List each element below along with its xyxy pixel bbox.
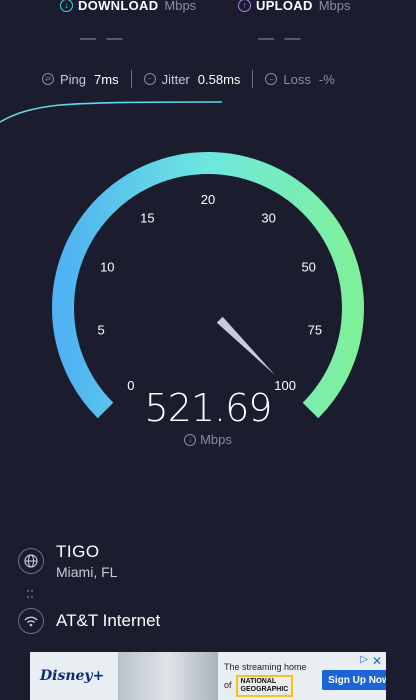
connection-name: AT&T Internet	[56, 611, 161, 630]
gauge-tick-label: 10	[100, 259, 114, 274]
gauge-needle	[216, 316, 276, 376]
speed-unit-row: ↓ Mbps	[0, 432, 416, 447]
gauge-tick-label: 75	[308, 322, 322, 337]
speed-graph	[0, 101, 223, 123]
ad-choices-icon[interactable]: ▷	[360, 654, 368, 665]
jitter-icon: ~	[143, 73, 156, 85]
gauge-tick-label: 5	[97, 322, 104, 337]
speed-unit: Mbps	[200, 432, 232, 447]
loss-metric: – Loss -%	[265, 71, 335, 87]
metrics-row: ⇄ Ping 7ms ~ Jitter 0.58ms – Loss -%	[0, 68, 416, 90]
ping-value: 7ms	[94, 71, 119, 87]
gauge-tick-label: 15	[140, 210, 154, 225]
download-unit: Mbps	[164, 0, 197, 13]
loss-label: Loss	[283, 71, 311, 87]
upload-value: — —	[258, 30, 304, 47]
isp-name: TIGO	[56, 542, 100, 561]
provider-isp[interactable]: TIGO Miami, FL	[18, 542, 117, 580]
close-ad-icon[interactable]: ✕	[372, 654, 382, 668]
jitter-metric: ~ Jitter 0.58ms	[143, 71, 241, 87]
metric-divider	[252, 70, 254, 88]
ad-banner[interactable]: Disney+ The streaming home of NATIONAL G…	[30, 652, 386, 700]
jitter-value: 0.58ms	[197, 71, 241, 87]
download-header: ↓ DOWNLOAD Mbps	[60, 0, 196, 14]
gauge-tick-label: 20	[201, 192, 215, 207]
ad-wolf-image	[118, 652, 218, 700]
jitter-label: Jitter	[161, 71, 190, 87]
server-location: Miami, FL	[56, 564, 118, 580]
partner-line-2: GEOGRAPHIC	[240, 686, 289, 693]
speed-readout: 521.69	[144, 386, 273, 430]
ad-headline-2: of	[224, 679, 232, 690]
ad-headline: The streaming home of NATIONAL GEOGRAPHI…	[224, 662, 307, 697]
download-value: — —	[80, 30, 126, 47]
globe-icon	[18, 548, 44, 574]
download-arrow-icon: ↓	[60, 0, 73, 12]
ad-brand-logo: Disney+	[40, 668, 105, 684]
ad-cta-button[interactable]: Sign Up Now	[322, 670, 386, 690]
wifi-icon	[18, 608, 44, 634]
ping-icon: ⇄	[42, 73, 54, 85]
partner-line-1: NATIONAL	[240, 678, 277, 685]
ad-headline-1: The streaming home	[224, 662, 307, 672]
upload-label: UPLOAD	[256, 0, 313, 13]
ping-label: Ping	[60, 71, 87, 87]
download-label: DOWNLOAD	[78, 0, 159, 13]
upload-unit: Mbps	[318, 0, 351, 13]
ping-metric: ⇄ Ping 7ms	[42, 72, 119, 87]
gauge-tick-label: 30	[261, 210, 275, 225]
provider-connection[interactable]: AT&T Internet	[18, 608, 160, 634]
connector-dots	[26, 588, 38, 600]
speed-graph-line	[0, 101, 223, 123]
loss-icon: –	[265, 73, 278, 85]
metric-divider	[130, 70, 132, 88]
upload-header: ↑ UPLOAD Mbps	[238, 0, 351, 14]
partner-logo: NATIONAL GEOGRAPHIC	[235, 675, 294, 697]
gauge-tick-label: 50	[301, 259, 315, 274]
loss-value: -%	[318, 71, 335, 87]
upload-arrow-icon: ↑	[238, 0, 251, 12]
download-arrow-icon: ↓	[184, 433, 197, 446]
